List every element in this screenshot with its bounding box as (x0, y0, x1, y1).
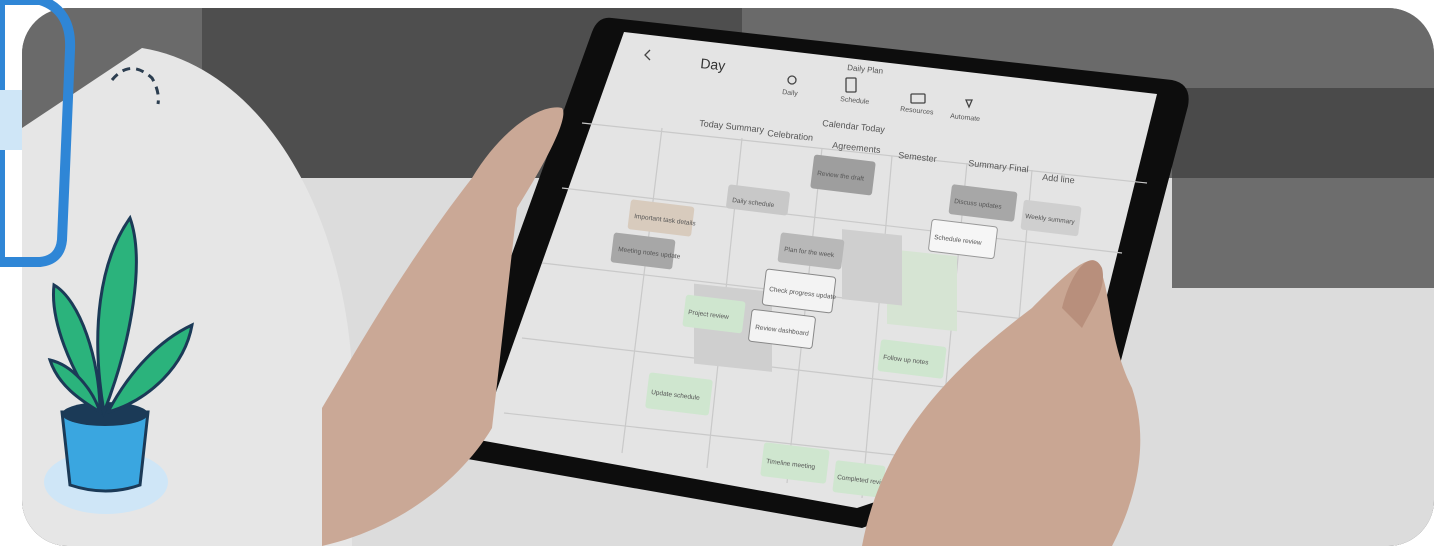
header-title: Day (700, 55, 726, 74)
tablet-photo: Day Daily Plan Daily Schedule Resources … (22, 8, 1434, 546)
phone-screen (0, 90, 22, 150)
decorative-illustration (0, 0, 194, 514)
calendar-cell-shaded (842, 229, 902, 306)
plant-leaves-icon (47, 214, 194, 418)
photo-frame: Day Daily Plan Daily Schedule Resources … (22, 8, 1434, 546)
dashed-arc-icon (110, 67, 160, 105)
